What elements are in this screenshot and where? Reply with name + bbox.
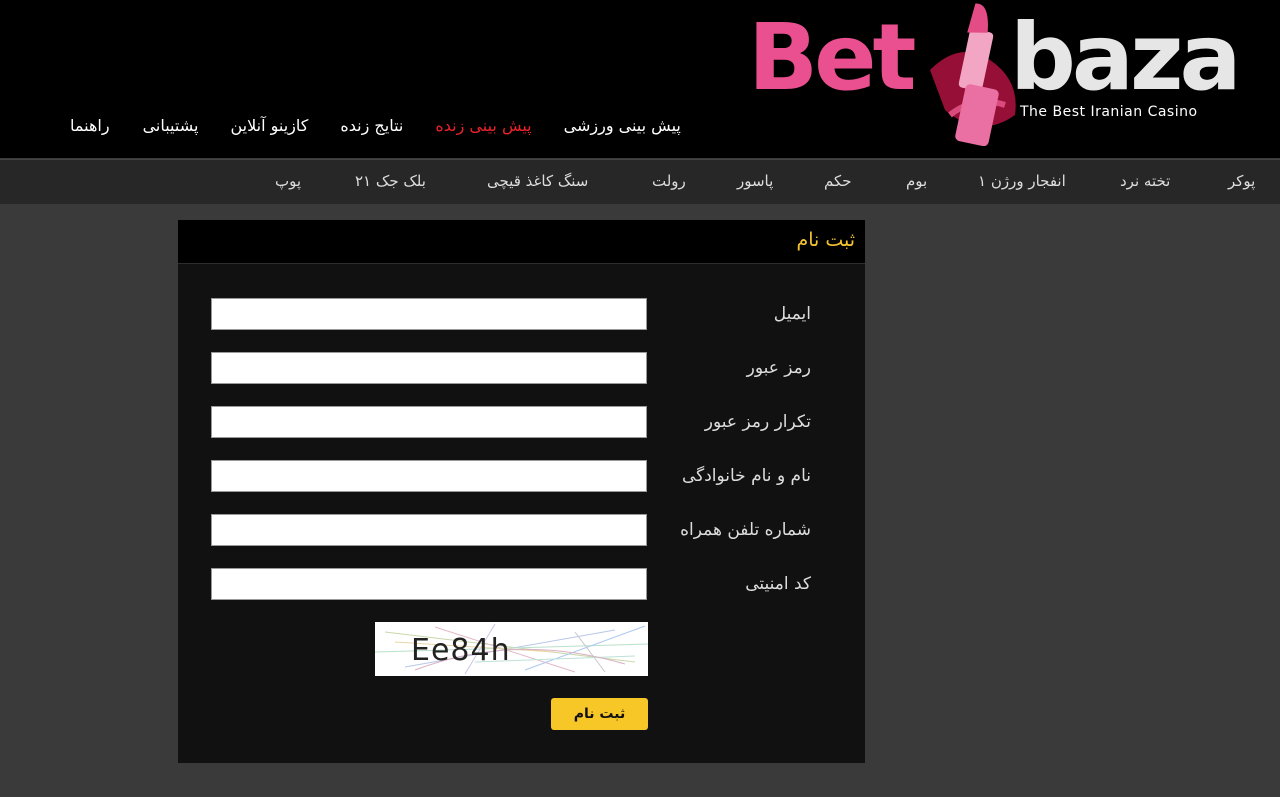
captcha-image: Ee84h: [375, 622, 648, 676]
top-navigation: راهنما پشتیبانی کازینو آنلاین نتایج زنده…: [70, 116, 681, 135]
nav-item-online-casino[interactable]: کازینو آنلاین: [230, 116, 308, 135]
confirm-password-label: تکرار رمز عبور: [704, 412, 811, 432]
nav-item-sports-prediction[interactable]: پیش بینی ورزشی: [564, 116, 681, 135]
game-item-blackjack-21[interactable]: بلک جک ۲۱: [355, 172, 426, 190]
full-name-label: نام و نام خانوادگی: [681, 466, 811, 486]
security-code-field[interactable]: [211, 568, 647, 600]
game-item-crash-v1[interactable]: انفجار ورژن ۱: [978, 172, 1066, 190]
security-code-label: کد امنیتی: [745, 574, 811, 594]
logo-text-baza: baza: [1010, 4, 1242, 111]
logo-tagline: The Best Iranian Casino: [1020, 104, 1198, 120]
game-item-hokm[interactable]: حکم: [824, 172, 852, 190]
mobile-number-label: شماره تلفن همراه: [680, 520, 811, 540]
password-field[interactable]: [211, 352, 647, 384]
register-title: ثبت نام: [796, 229, 855, 251]
register-panel-header: ثبت نام: [178, 220, 865, 264]
game-item-poker[interactable]: پوکر: [1228, 172, 1255, 190]
mobile-number-field[interactable]: [211, 514, 647, 546]
email-label: ایمیل: [773, 304, 811, 324]
game-item-pop[interactable]: پوپ: [275, 172, 301, 190]
nav-item-live-results[interactable]: نتایج زنده: [340, 116, 403, 135]
full-name-field[interactable]: [211, 460, 647, 492]
nav-item-support[interactable]: پشتیبانی: [143, 116, 199, 135]
nav-item-live-prediction[interactable]: پیش بینی زنده: [435, 116, 531, 135]
game-item-rock-paper-scissors[interactable]: سنگ کاغذ قیچی: [487, 172, 588, 190]
register-panel: ثبت نام ایمیل رمز عبور تکرار رمز عبور نا…: [178, 220, 865, 763]
email-field[interactable]: [211, 298, 647, 330]
site-header: راهنما پشتیبانی کازینو آنلاین نتایج زنده…: [0, 0, 1280, 158]
game-item-pasur[interactable]: پاسور: [737, 172, 773, 190]
password-label: رمز عبور: [746, 358, 811, 378]
game-item-roulette[interactable]: رولت: [652, 172, 686, 190]
games-navigation-bar: پوکر تخته نرد انفجار ورژن ۱ بوم حکم پاسو…: [0, 159, 1280, 204]
register-submit-button[interactable]: ثبت نام: [551, 698, 648, 730]
nav-item-help[interactable]: راهنما: [70, 116, 110, 135]
game-item-backgammon[interactable]: تخته نرد: [1120, 172, 1170, 190]
captcha-text: Ee84h: [411, 633, 511, 668]
betbaza-logo[interactable]: Bet baza The Best Iranian Casino: [742, 0, 1272, 150]
logo-text-bet: Bet: [748, 4, 916, 111]
game-item-boom[interactable]: بوم: [906, 172, 927, 190]
confirm-password-field[interactable]: [211, 406, 647, 438]
